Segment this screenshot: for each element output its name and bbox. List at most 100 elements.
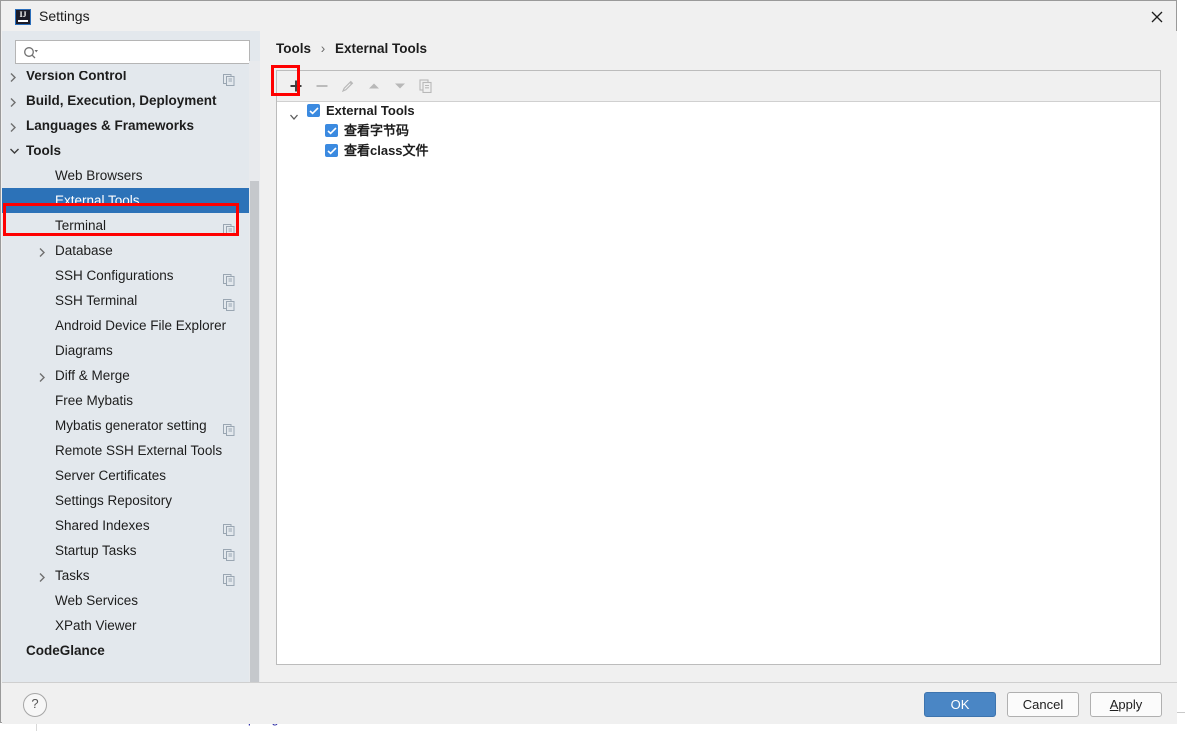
add-button[interactable] xyxy=(282,71,309,100)
cancel-button[interactable]: Cancel xyxy=(1007,692,1079,717)
sidebar-item-label: Languages & Frameworks xyxy=(26,118,195,133)
sidebar-item-external-tools[interactable]: External Tools xyxy=(2,188,249,213)
dialog-titlebar: IJ Settings xyxy=(1,1,1176,31)
sidebar-item-terminal[interactable]: Terminal xyxy=(2,213,249,238)
remove-button xyxy=(308,71,335,100)
chevron-right-icon[interactable] xyxy=(6,88,20,113)
chevron-down-icon[interactable] xyxy=(6,138,20,163)
chevron-right-icon[interactable] xyxy=(35,238,49,263)
sidebar-item-label: External Tools xyxy=(55,193,140,208)
duplicate-icon xyxy=(419,79,433,98)
sidebar-item-tasks[interactable]: Tasks xyxy=(2,563,249,588)
tree-group-label: External Tools xyxy=(326,103,415,118)
item-checkbox[interactable] xyxy=(325,144,338,157)
sidebar-scrollbar-thumb[interactable] xyxy=(250,181,259,682)
sidebar-item-ssh-terminal[interactable]: SSH Terminal xyxy=(2,288,249,313)
sidebar-item-label: CodeGlance xyxy=(26,643,105,658)
sidebar-item-server-certificates[interactable]: Server Certificates xyxy=(2,463,249,488)
tree-group-row[interactable]: External Tools xyxy=(277,101,1160,121)
sidebar-item-remote-ssh-external-tools[interactable]: Remote SSH External Tools xyxy=(2,438,249,463)
arrow-up-icon xyxy=(367,79,381,98)
chevron-right-icon[interactable] xyxy=(35,363,49,388)
sidebar-item-web-services[interactable]: Web Services xyxy=(2,588,249,613)
external-tools-tree: External Tools 查看字节码 查看class文件 xyxy=(277,101,1160,161)
close-icon[interactable] xyxy=(1140,3,1174,29)
search-input[interactable] xyxy=(44,41,248,65)
apply-mnemonic: A xyxy=(1109,697,1119,712)
sidebar-item-label: Startup Tasks xyxy=(55,543,137,558)
dialog-title: Settings xyxy=(39,8,90,24)
sidebar-item-label: Diagrams xyxy=(55,343,113,358)
move-up-button xyxy=(360,71,387,100)
sidebar-item-diagrams[interactable]: Diagrams xyxy=(2,338,249,363)
intellij-idea-logo-icon: IJ xyxy=(15,9,31,25)
sidebar-item-label: Tools xyxy=(26,143,61,158)
sidebar-item-mybatis-generator-setting[interactable]: Mybatis generator setting xyxy=(2,413,249,438)
sidebar-item-shared-indexes[interactable]: Shared Indexes xyxy=(2,513,249,538)
sidebar-item-languages-frameworks[interactable]: Languages & Frameworks xyxy=(2,113,249,138)
tree-item-row[interactable]: 查看字节码 xyxy=(277,121,1160,141)
chevron-right-icon[interactable] xyxy=(35,563,49,588)
sidebar-item-build-execution-deployment[interactable]: Build, Execution, Deployment xyxy=(2,88,249,113)
tree-item-label: 查看class文件 xyxy=(344,143,429,158)
external-tools-panel: External Tools 查看字节码 查看class文件 xyxy=(276,70,1161,665)
dialog-footer: ? OK Cancel Apply xyxy=(2,682,1177,724)
ok-button[interactable]: OK xyxy=(924,692,996,717)
sidebar-item-label: Server Certificates xyxy=(55,468,167,483)
sidebar-item-web-browsers[interactable]: Web Browsers xyxy=(2,163,249,188)
sidebar-item-label: Web Browsers xyxy=(55,168,143,183)
edit-button xyxy=(334,71,361,100)
sidebar-item-settings-repository[interactable]: Settings Repository xyxy=(2,488,249,513)
move-down-button xyxy=(386,71,413,100)
settings-category-list: Appearance & BehaviorVersion ControlBuil… xyxy=(2,71,249,663)
sidebar-item-label: Web Services xyxy=(55,593,139,608)
search-icon xyxy=(23,46,39,65)
sidebar-item-android-device-file-explorer[interactable]: Android Device File Explorer xyxy=(2,313,249,338)
breadcrumb-separator-icon: › xyxy=(320,41,326,56)
screenshot-root: </plugins> IJ Settings xyxy=(0,0,1185,731)
minus-icon xyxy=(315,79,329,98)
sidebar-item-label: XPath Viewer xyxy=(55,618,137,633)
settings-category-tree: Appearance & BehaviorVersion ControlBuil… xyxy=(2,71,249,682)
sidebar-item-label: Database xyxy=(55,243,113,258)
sidebar-item-free-mybatis[interactable]: Free Mybatis xyxy=(2,388,249,413)
sidebar-item-label: SSH Configurations xyxy=(55,268,174,283)
item-checkbox[interactable] xyxy=(325,124,338,137)
sidebar-item-label: Free Mybatis xyxy=(55,393,134,408)
apply-rest: pply xyxy=(1118,697,1143,712)
chevron-right-icon[interactable] xyxy=(6,113,20,138)
sidebar-item-startup-tasks[interactable]: Startup Tasks xyxy=(2,538,249,563)
sidebar-item-label: Version Control xyxy=(26,71,127,83)
sidebar-item-diff-merge[interactable]: Diff & Merge xyxy=(2,363,249,388)
sidebar-item-tools[interactable]: Tools xyxy=(2,138,249,163)
sidebar-item-label: Remote SSH External Tools xyxy=(55,443,223,458)
settings-content-pane: Tools › External Tools External Tools 查看… xyxy=(260,31,1177,682)
breadcrumb: Tools › External Tools xyxy=(276,39,427,59)
copy-button xyxy=(412,71,439,100)
tree-item-label: 查看字节码 xyxy=(344,123,410,138)
chevron-right-icon[interactable] xyxy=(6,71,20,88)
sidebar-item-label: Shared Indexes xyxy=(55,518,150,533)
sidebar-item-label: Terminal xyxy=(55,218,107,233)
breadcrumb-parent[interactable]: Tools xyxy=(276,41,311,56)
apply-button[interactable]: Apply xyxy=(1090,692,1162,717)
plus-icon xyxy=(289,79,303,98)
arrow-down-icon xyxy=(393,79,407,98)
sidebar-item-label: Build, Execution, Deployment xyxy=(26,93,217,108)
sidebar-item-label: Android Device File Explorer xyxy=(55,318,227,333)
breadcrumb-current: External Tools xyxy=(335,41,428,56)
settings-sidebar: Appearance & BehaviorVersion ControlBuil… xyxy=(2,31,260,682)
sidebar-item-ssh-configurations[interactable]: SSH Configurations xyxy=(2,263,249,288)
tree-item-row[interactable]: 查看class文件 xyxy=(277,141,1160,161)
sidebar-item-label: Tasks xyxy=(55,568,90,583)
sidebar-item-database[interactable]: Database xyxy=(2,238,249,263)
sidebar-item-version-control[interactable]: Version Control xyxy=(2,71,249,88)
search-box[interactable] xyxy=(15,40,250,65)
help-button[interactable]: ? xyxy=(23,693,47,717)
group-checkbox[interactable] xyxy=(307,104,320,117)
sidebar-item-codeglance[interactable]: CodeGlance xyxy=(2,638,249,663)
sidebar-item-xpath-viewer[interactable]: XPath Viewer xyxy=(2,613,249,638)
pencil-icon xyxy=(341,79,355,98)
sidebar-item-label: Diff & Merge xyxy=(55,368,130,383)
external-tools-toolbar xyxy=(277,71,1160,102)
